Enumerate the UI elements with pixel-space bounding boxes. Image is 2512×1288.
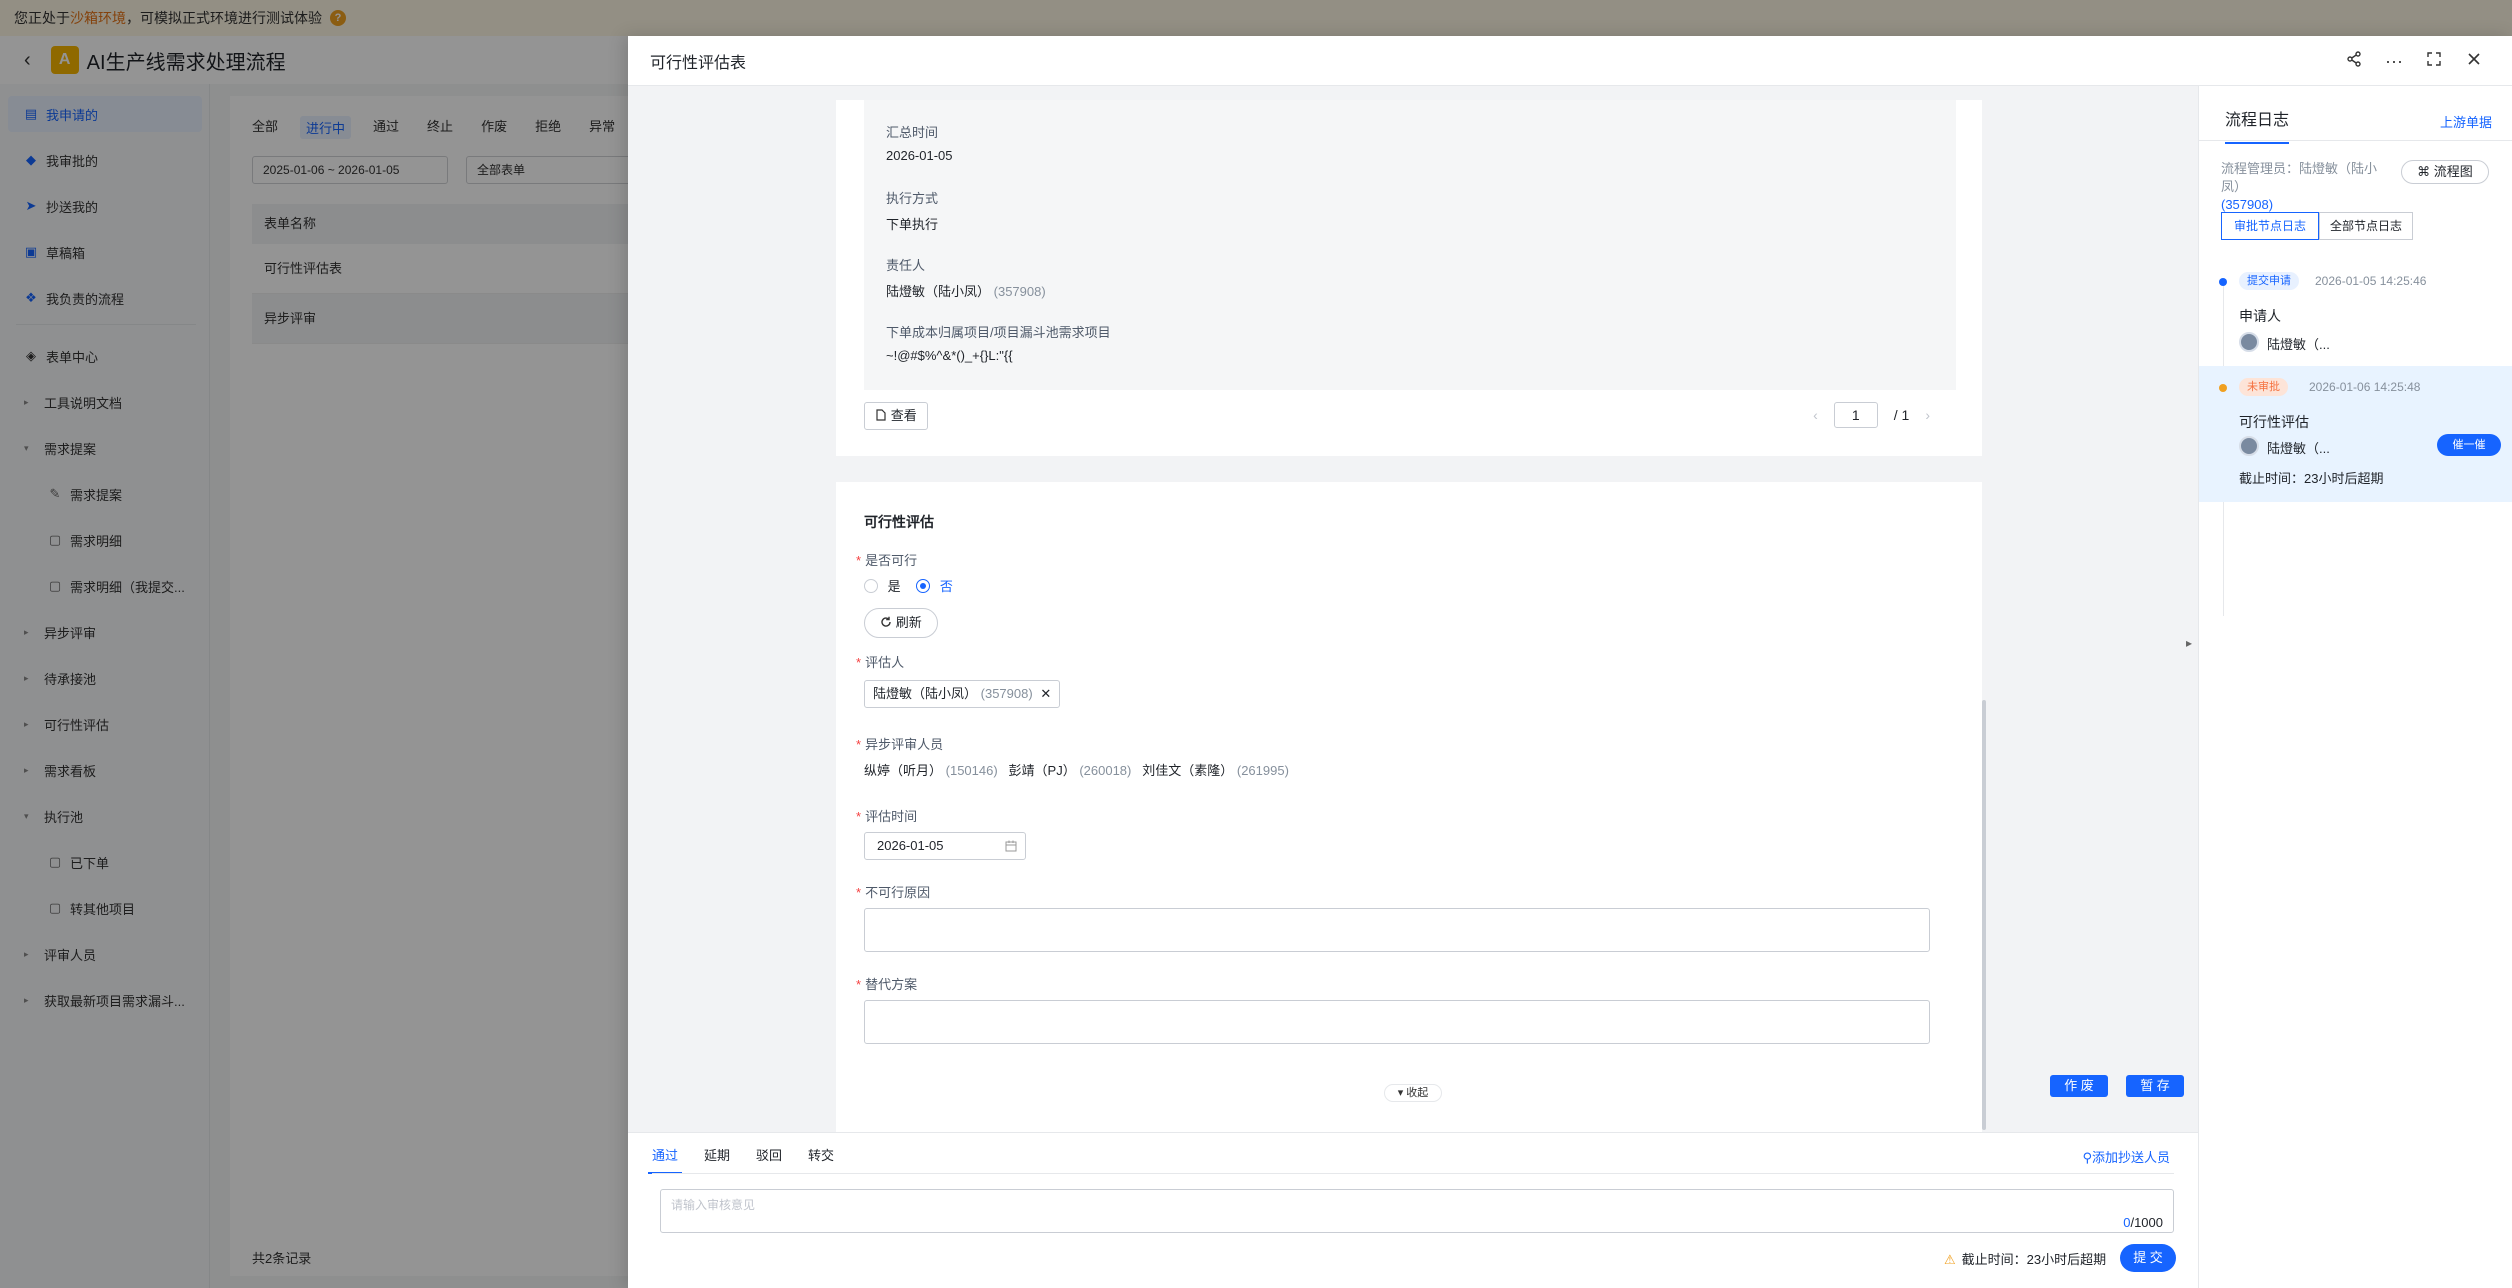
upstream-link[interactable]: 上游单据 xyxy=(2440,112,2492,131)
page-input[interactable]: 1 xyxy=(1833,402,1878,428)
radio-no-label: 否 xyxy=(939,579,953,594)
user-add-icon: ⚲ xyxy=(2082,1150,2092,1165)
radio-yes-label: 是 xyxy=(887,579,901,594)
comment-textarea[interactable]: 请输入审核意见 0/1000 xyxy=(660,1189,2174,1233)
refresh-button[interactable]: 刷新 xyxy=(864,608,938,638)
summary-block: 汇总时间 2026-01-05 执行方式 下单执行 责任人 陆燈敏（陆小凤） (… xyxy=(864,100,1956,390)
person-id: (357908) xyxy=(993,284,1046,299)
log-divider xyxy=(2199,140,2512,141)
panel-toggle-icon[interactable]: ▸ xyxy=(2186,636,2192,650)
chevron-left-icon[interactable]: ‹ xyxy=(1813,407,1818,423)
view-button[interactable]: 查看 xyxy=(864,402,928,430)
radio-yes[interactable] xyxy=(864,578,878,593)
person-name: 陆燈敏（陆小凤） xyxy=(886,284,991,299)
flowchart-button[interactable]: ⌘ 流程图 xyxy=(2401,160,2489,184)
alternative-input[interactable] xyxy=(864,1000,1930,1044)
async-reviewers-label: * 异步评审人员 xyxy=(856,737,944,752)
drawer-header: 可行性评估表 ··· xyxy=(628,36,2512,86)
process-log-panel: 流程日志 上游单据 流程管理员：陆燈敏（陆小凤） (357908) ⌘ 流程图 … xyxy=(2198,86,2512,1288)
summary-card: 汇总时间 2026-01-05 执行方式 下单执行 责任人 陆燈敏（陆小凤） (… xyxy=(836,100,1982,456)
process-manager: 流程管理员：陆燈敏（陆小凤） (357908) xyxy=(2221,161,2378,212)
log-node: 可行性评估 xyxy=(2239,414,2309,430)
log-node: 申请人 xyxy=(2239,308,2281,324)
form-content: 汇总时间 2026-01-05 执行方式 下单执行 责任人 陆燈敏（陆小凤） (… xyxy=(628,86,2198,1132)
deadline-notice: ⚠ 截止时间：23小时后超期 xyxy=(1944,1252,2107,1267)
scrollbar[interactable] xyxy=(1982,700,1986,1130)
seg-approval-log[interactable]: 审批节点日志 xyxy=(2221,212,2319,240)
save-draft-button[interactable]: 暂 存 xyxy=(2126,1075,2184,1097)
page-total: / 1 xyxy=(1893,407,1910,423)
remove-tag-icon[interactable]: ✕ xyxy=(1040,686,1051,701)
field-value: 2026-01-05 xyxy=(886,148,953,163)
field-label: 下单成本归属项目/项目漏斗池需求项目 xyxy=(886,325,1111,340)
field-label: 责任人 xyxy=(886,258,926,273)
action-tabs: 通过 延期 驳回 转交 xyxy=(648,1145,860,1174)
field-value: 下单执行 xyxy=(886,217,939,232)
avatar xyxy=(2239,332,2259,352)
more-icon[interactable]: ··· xyxy=(2374,48,2414,74)
field-value: ~!@#$%^&*()_+{}L:"{{ xyxy=(886,348,1013,363)
file-icon xyxy=(876,409,886,421)
assess-time-value: 2026-01-05 xyxy=(877,838,944,853)
chevron-right-icon[interactable]: › xyxy=(1925,407,1930,423)
field-value: 陆燈敏（陆小凤） (357908) xyxy=(886,281,1046,300)
close-icon[interactable] xyxy=(2454,48,2494,74)
assessment-card: 可行性评估 * 是否可行 是 否 刷新 * 评估人 陆燈敏（陆小凤） (357908… xyxy=(836,482,1982,1132)
feasible-label: * 是否可行 xyxy=(856,553,918,568)
field-label: 汇总时间 xyxy=(886,125,939,140)
tab-approve[interactable]: 通过 xyxy=(648,1145,683,1174)
void-button[interactable]: 作 废 xyxy=(2050,1075,2108,1097)
seg-all-log[interactable]: 全部节点日志 xyxy=(2319,212,2413,240)
flowchart-icon: ⌘ xyxy=(2417,164,2431,179)
status-badge: 提交申请 xyxy=(2239,272,2299,290)
add-cc-link[interactable]: ⚲添加抄送人员 xyxy=(2082,1147,2170,1166)
tab-divider xyxy=(652,1173,2174,1174)
log-person: 陆燈敏（... xyxy=(2267,441,2330,456)
assessor-id: (357908) xyxy=(980,686,1033,701)
submit-button[interactable]: 提 交 xyxy=(2120,1244,2176,1272)
expand-icon[interactable] xyxy=(2414,48,2454,74)
section-title: 可行性评估 xyxy=(864,514,934,530)
approval-drawer: 可行性评估表 ··· 汇总时间 2026-01-05 执行方式 下单执行 责任人… xyxy=(628,36,2512,1288)
assess-time-label: * 评估时间 xyxy=(856,809,918,824)
tab-transfer[interactable]: 转交 xyxy=(808,1145,834,1174)
tab-postpone[interactable]: 延期 xyxy=(704,1145,730,1174)
assessor-label: * 评估人 xyxy=(856,655,905,670)
log-deadline: 截止时间：23小时后超期 xyxy=(2239,471,2384,486)
reason-label: * 不可行原因 xyxy=(856,885,931,900)
urge-button[interactable]: 催一催 xyxy=(2437,434,2501,456)
view-button-label: 查看 xyxy=(890,408,917,423)
timeline-dot xyxy=(2219,278,2227,286)
alternative-label: * 替代方案 xyxy=(856,977,918,992)
refresh-button-label: 刷新 xyxy=(895,615,922,630)
assessor-name: 陆燈敏（陆小凤） xyxy=(873,686,978,701)
status-badge: 未审批 xyxy=(2239,378,2288,396)
share-icon[interactable] xyxy=(2334,48,2374,74)
drawer-title: 可行性评估表 xyxy=(650,54,747,72)
radio-no[interactable] xyxy=(916,578,931,593)
refresh-icon xyxy=(881,616,891,627)
log-tab[interactable]: 流程日志 xyxy=(2225,106,2290,144)
reason-input[interactable] xyxy=(864,908,1930,952)
calendar-icon xyxy=(1005,840,1017,852)
timeline-dot xyxy=(2219,384,2227,392)
tab-reject[interactable]: 驳回 xyxy=(756,1145,782,1174)
field-label: 执行方式 xyxy=(886,191,939,206)
async-reviewers-list: 纵婷（听月） (150146) 彭靖（PJ） (260018) 刘佳文（素隆） … xyxy=(864,763,1289,778)
log-person: 陆燈敏（... xyxy=(2267,337,2330,352)
char-counter: 0/1000 xyxy=(2123,1215,2163,1230)
pager: ‹ 1 / 1 › xyxy=(1813,402,1930,428)
feasible-radio-group: 是 否 xyxy=(864,576,953,595)
avatar xyxy=(2239,436,2259,456)
log-time: 2026-01-06 14:25:48 xyxy=(2309,380,2421,394)
comment-placeholder: 请输入审核意见 xyxy=(671,1198,756,1212)
assessor-tag: 陆燈敏（陆小凤） (357908) ✕ xyxy=(864,680,1061,708)
warning-icon: ⚠ xyxy=(1944,1252,1956,1267)
collapse-toggle[interactable]: ▾ 收起 xyxy=(1384,1084,1442,1102)
log-time: 2026-01-05 14:25:46 xyxy=(2315,274,2427,288)
assess-time-picker[interactable]: 2026-01-05 xyxy=(864,832,1026,860)
